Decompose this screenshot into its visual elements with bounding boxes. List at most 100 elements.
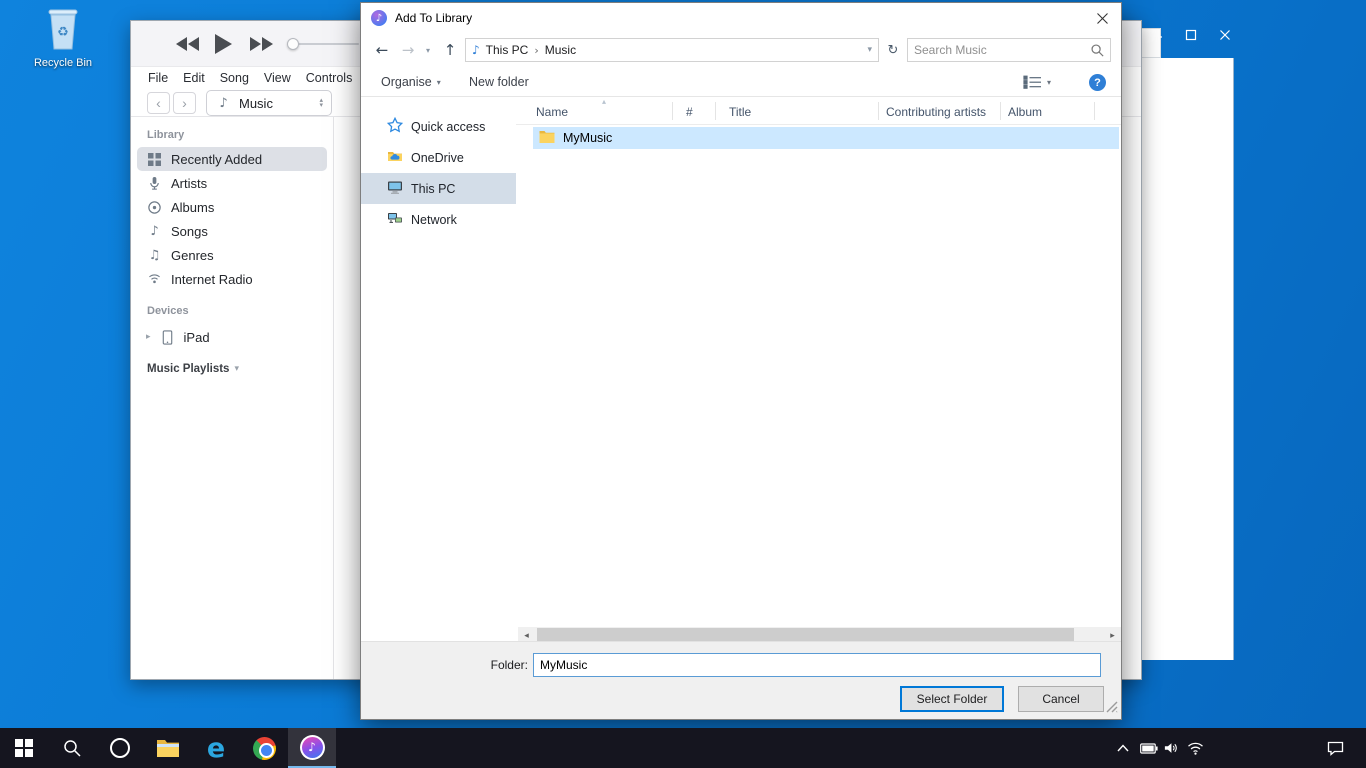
sidebar-item-internet-radio[interactable]: Internet Radio xyxy=(137,267,327,291)
refresh-icon[interactable]: ↻ xyxy=(883,33,903,67)
nav-item-label: This PC xyxy=(411,182,455,196)
sidebar-item-artists[interactable]: Artists xyxy=(137,171,327,195)
quick-access-star-icon xyxy=(387,117,403,136)
folder-field-label: Folder: xyxy=(461,658,528,672)
nav-item-network[interactable]: Network xyxy=(361,204,516,235)
column-header-contributing-artists[interactable]: Contributing artists xyxy=(886,105,986,119)
search-icon[interactable] xyxy=(1090,43,1105,61)
column-header-album[interactable]: Album xyxy=(1008,105,1042,119)
volume-slider[interactable] xyxy=(289,43,359,45)
volume-slider-knob[interactable] xyxy=(287,38,299,50)
menu-song[interactable]: Song xyxy=(220,71,249,85)
media-type-selector[interactable]: ♪ Music ▴▾ xyxy=(206,90,332,116)
close-icon[interactable] xyxy=(1214,25,1236,45)
sidebar-item-label: Albums xyxy=(171,200,214,215)
organise-button[interactable]: Organise ▾ xyxy=(381,67,441,97)
dialog-close-button[interactable] xyxy=(1083,3,1121,33)
selector-spinner-icon: ▴▾ xyxy=(319,98,323,108)
dialog-command-bar: Organise ▾ New folder ▾ ? xyxy=(361,67,1121,97)
column-divider[interactable] xyxy=(672,102,673,120)
taskbar-search-button[interactable] xyxy=(48,728,96,768)
play-button[interactable] xyxy=(213,21,233,67)
search-input[interactable] xyxy=(914,40,1084,60)
file-list-pane: ▴ Name # Title Contributing artists Albu… xyxy=(516,97,1121,643)
nav-item-label: Quick access xyxy=(411,120,485,134)
sidebar-item-recently-added[interactable]: Recently Added xyxy=(137,147,327,171)
column-divider[interactable] xyxy=(1000,102,1001,120)
chrome-button[interactable] xyxy=(240,728,288,768)
nav-item-label: OneDrive xyxy=(411,151,464,165)
music-note-icon: ♪ xyxy=(215,95,232,112)
genres-icon: ♫ xyxy=(146,247,163,264)
nav-item-quick-access[interactable]: Quick access xyxy=(361,111,516,142)
tray-show-hidden-icons[interactable] xyxy=(1110,728,1136,768)
breadcrumb-music[interactable]: Music xyxy=(545,43,576,57)
action-center-icon xyxy=(1327,741,1344,756)
folder-name-input[interactable] xyxy=(533,653,1101,677)
up-arrow-icon[interactable]: ↑ xyxy=(439,33,461,67)
windows-logo-icon xyxy=(15,739,33,757)
menu-file[interactable]: File xyxy=(148,71,168,85)
dialog-address-bar: ← → ▾ ↑ ♪ This PC › Music ▾ ↻ xyxy=(361,33,1121,67)
start-button[interactable] xyxy=(0,728,48,768)
itunes-taskbar-button[interactable]: ♪ xyxy=(288,728,336,768)
sidebar-item-label: Genres xyxy=(171,248,214,263)
search-icon xyxy=(62,738,82,758)
sidebar-item-label: iPad xyxy=(184,330,210,345)
itunes-back-button[interactable]: ‹ xyxy=(147,92,170,114)
forward-arrow-icon[interactable]: → xyxy=(397,33,419,67)
cortana-button[interactable] xyxy=(96,728,144,768)
rewind-button[interactable] xyxy=(176,21,200,67)
view-mode-button[interactable]: ▾ xyxy=(1023,67,1051,97)
address-dropdown-icon[interactable]: ▾ xyxy=(867,45,872,55)
sidebar-item-albums[interactable]: Albums xyxy=(137,195,327,219)
sidebar-item-label: Internet Radio xyxy=(171,272,253,287)
menu-view[interactable]: View xyxy=(264,71,291,85)
recent-locations-chevron-icon[interactable]: ▾ xyxy=(421,33,435,67)
column-header-number[interactable]: # xyxy=(686,105,693,119)
select-folder-button[interactable]: Select Folder xyxy=(900,686,1004,712)
action-center-button[interactable] xyxy=(1318,728,1352,768)
recycle-bin[interactable]: ♻ Recycle Bin xyxy=(24,6,102,69)
menu-edit[interactable]: Edit xyxy=(183,71,205,85)
column-header-name[interactable]: Name xyxy=(536,105,568,119)
nav-item-this-pc[interactable]: This PC xyxy=(361,173,516,204)
tray-volume[interactable] xyxy=(1158,728,1184,768)
tray-network[interactable] xyxy=(1182,728,1208,768)
menu-controls[interactable]: Controls xyxy=(306,71,353,85)
column-divider[interactable] xyxy=(715,102,716,120)
nav-item-onedrive[interactable]: OneDrive xyxy=(361,142,516,173)
organise-label: Organise xyxy=(381,75,432,89)
music-playlists-header[interactable]: Music Playlists ▾ xyxy=(131,363,333,375)
broadcast-icon xyxy=(146,271,163,288)
file-name: MyMusic xyxy=(563,131,612,145)
cancel-button[interactable]: Cancel xyxy=(1018,686,1104,712)
file-explorer-button[interactable] xyxy=(144,728,192,768)
fast-forward-button[interactable] xyxy=(249,21,273,67)
resize-grip[interactable] xyxy=(1105,700,1118,716)
sidebar-item-songs[interactable]: ♪ Songs xyxy=(137,219,327,243)
itunes-icon: ♪ xyxy=(300,735,325,760)
column-divider[interactable] xyxy=(1094,102,1095,120)
svg-text:♻: ♻ xyxy=(57,24,69,39)
select-folder-label: Select Folder xyxy=(917,692,988,706)
dialog-titlebar[interactable]: ♪ Add To Library xyxy=(361,3,1121,33)
address-box[interactable]: ♪ This PC › Music ▾ xyxy=(465,38,879,62)
minimize-icon[interactable] xyxy=(1146,25,1168,45)
breadcrumb-this-pc[interactable]: This PC xyxy=(486,43,529,57)
view-mode-dropdown-icon: ▾ xyxy=(1047,78,1051,87)
sidebar-item-ipad[interactable]: ▸ iPad xyxy=(137,325,327,349)
search-box[interactable] xyxy=(907,38,1111,62)
new-folder-button[interactable]: New folder xyxy=(469,67,529,97)
sidebar-item-genres[interactable]: ♫ Genres xyxy=(137,243,327,267)
itunes-forward-button[interactable]: › xyxy=(173,92,196,114)
maximize-icon[interactable] xyxy=(1180,25,1202,45)
expand-chevron-icon[interactable]: ▸ xyxy=(146,332,151,342)
help-button[interactable]: ? xyxy=(1089,74,1106,91)
file-row-mymusic[interactable]: MyMusic xyxy=(533,127,1119,149)
edge-button[interactable]: e xyxy=(192,728,240,768)
back-arrow-icon[interactable]: ← xyxy=(371,33,393,67)
cancel-label: Cancel xyxy=(1042,692,1079,706)
column-divider[interactable] xyxy=(878,102,879,120)
column-header-title[interactable]: Title xyxy=(729,105,751,119)
